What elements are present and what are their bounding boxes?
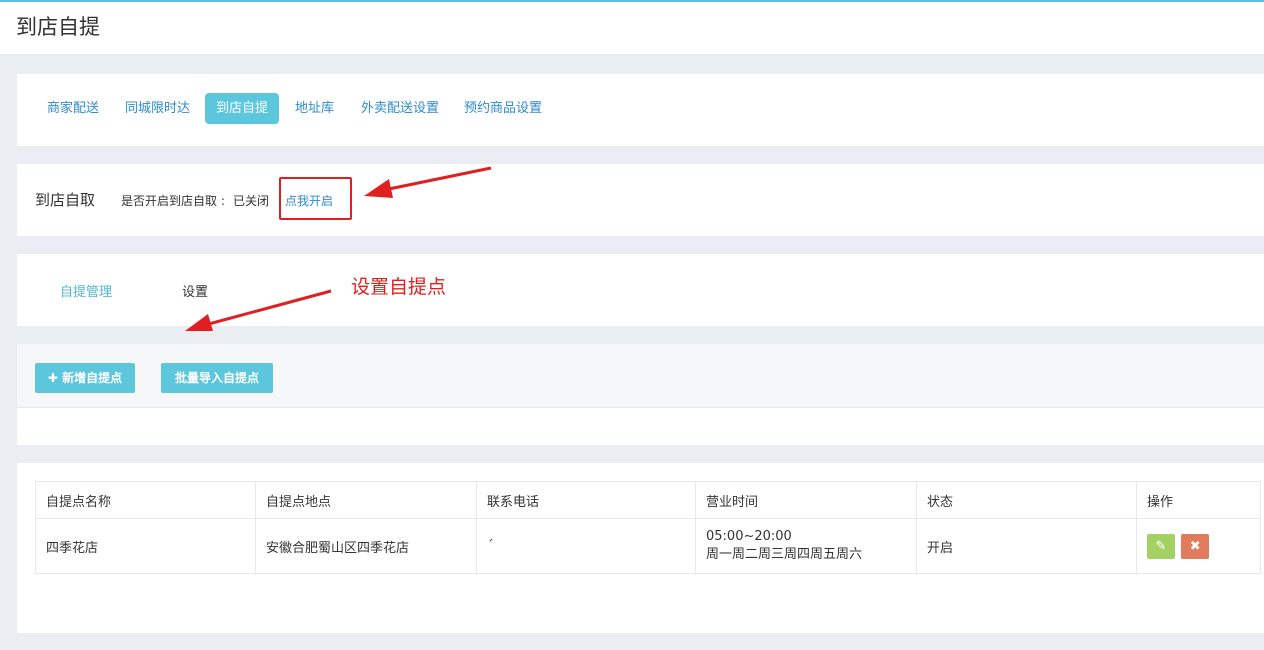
actions-toolbar: ✚ 新增自提点 批量导入自提点 <box>17 344 1264 408</box>
table-header-row: 自提点名称 自提点地点 联系电话 营业时间 状态 操作 <box>35 481 1261 519</box>
tab-address-library[interactable]: 地址库 <box>284 93 345 124</box>
batch-import-pickup-points-button[interactable]: 批量导入自提点 <box>161 363 273 393</box>
cell-actions: ✎ ✖ <box>1136 518 1261 574</box>
pickup-section-title: 到店自取 <box>35 191 96 209</box>
pickup-subtabs-card: 自提管理 设置 <box>17 254 1264 326</box>
cell-phone: ˊ <box>476 518 696 574</box>
cell-status: 开启 <box>916 518 1137 574</box>
pickup-status-label: 是否开启到店自取 : <box>121 194 225 208</box>
column-header-address: 自提点地点 <box>255 481 477 519</box>
pencil-icon: ✎ <box>1155 538 1167 554</box>
page-header: 到店自提 <box>0 2 1264 55</box>
cell-name: 四季花店 <box>35 518 256 574</box>
tab-merchant-delivery[interactable]: 商家配送 <box>36 93 110 124</box>
page-title: 到店自提 <box>16 15 100 39</box>
column-header-status: 状态 <box>916 481 1137 519</box>
tab-preorder-settings[interactable]: 预约商品设置 <box>453 93 553 124</box>
tab-store-pickup[interactable]: 到店自提 <box>205 93 280 124</box>
column-header-actions: 操作 <box>1136 481 1261 519</box>
tab-same-city-express[interactable]: 同城限时达 <box>114 93 201 124</box>
tab-settings[interactable]: 设置 <box>182 281 208 300</box>
column-header-phone: 联系电话 <box>476 481 696 519</box>
annotation-label: 设置自提点 <box>351 276 447 298</box>
edit-button[interactable]: ✎ <box>1147 533 1175 559</box>
hours-time: 05:00~20:00 <box>706 529 792 544</box>
column-header-name: 自提点名称 <box>35 481 256 519</box>
tab-takeout-delivery-settings[interactable]: 外卖配送设置 <box>350 93 450 124</box>
pickup-toggle-card: 到店自取 是否开启到店自取 : 已关闭 点我开启 <box>17 164 1264 236</box>
table-row: 四季花店 安徽合肥蜀山区四季花店 ˊ 05:00~20:00 周一周二周三周四周… <box>35 518 1261 574</box>
tab-pickup-management[interactable]: 自提管理 <box>60 281 112 300</box>
delete-button[interactable]: ✖ <box>1181 533 1210 559</box>
cell-address: 安徽合肥蜀山区四季花店 <box>255 518 477 574</box>
cell-hours: 05:00~20:00 周一周二周三周四周五周六 <box>695 518 917 574</box>
delivery-nav-card: 商家配送 同城限时达 到店自提 地址库 外卖配送设置 预约商品设置 <box>17 74 1264 146</box>
column-header-hours: 营业时间 <box>695 481 917 519</box>
annotation-highlight-box <box>279 177 352 220</box>
pickup-points-table-card: 自提点名称 自提点地点 联系电话 营业时间 状态 操作 四季花店 安徽合肥蜀山区… <box>17 463 1264 633</box>
pickup-points-table: 自提点名称 自提点地点 联系电话 营业时间 状态 操作 四季花店 安徽合肥蜀山区… <box>35 481 1261 574</box>
actions-card: ✚ 新增自提点 批量导入自提点 <box>17 344 1264 445</box>
pickup-status-value: 已关闭 <box>233 194 270 208</box>
hours-days: 周一周二周三周四周五周六 <box>706 547 863 562</box>
close-icon: ✖ <box>1189 538 1201 554</box>
add-pickup-point-button[interactable]: ✚ 新增自提点 <box>35 363 135 393</box>
